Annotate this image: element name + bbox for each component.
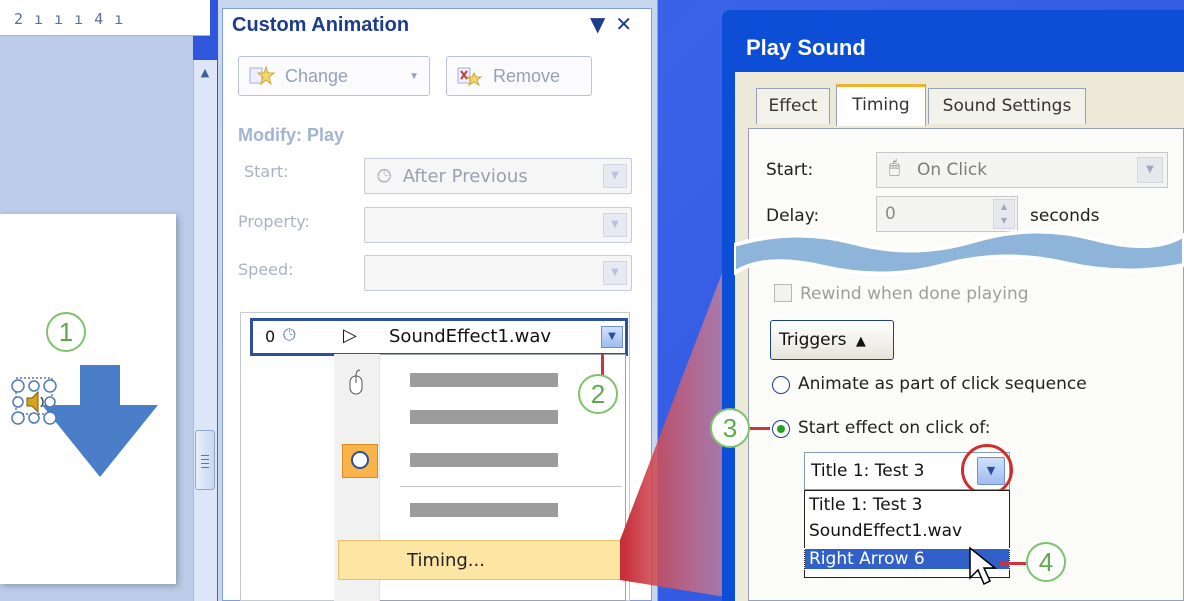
chevron-down-icon: ▼ <box>409 70 419 82</box>
animation-list-item[interactable]: 0 🕒︎ ▷ SoundEffect1.wav ▼ <box>250 318 628 356</box>
remove-button[interactable]: Remove <box>446 56 592 96</box>
item-name: SoundEffect1.wav <box>389 326 552 347</box>
dropdown-option[interactable]: Title 1: Test 3 <box>809 495 922 515</box>
modify-heading: Modify: Play <box>238 125 345 145</box>
mouse-icon: 🖱︎ <box>889 157 900 178</box>
start-select[interactable]: 🖱︎ On Click ▼ <box>876 152 1168 188</box>
remove-label: Remove <box>493 65 561 86</box>
start-label: Start: <box>244 162 289 181</box>
menu-item-placeholder[interactable] <box>410 503 558 517</box>
mouse-icon <box>349 369 363 395</box>
radio-start-on-click[interactable] <box>772 420 790 438</box>
tab-sound-settings[interactable]: Sound Settings <box>928 88 1086 124</box>
menu-separator <box>400 486 622 487</box>
start-value: After Previous <box>402 166 528 187</box>
sound-icon[interactable] <box>10 378 58 426</box>
chevron-down-icon[interactable]: ▼ <box>603 164 627 188</box>
clock-icon <box>342 444 378 478</box>
start-label: Start: <box>766 160 814 180</box>
pane-title: Custom Animation <box>232 14 410 36</box>
clock-icon: 🕒︎ <box>283 325 296 344</box>
chevron-down-icon[interactable]: ▼ <box>1137 157 1163 183</box>
horizontal-ruler: 2 ı ı ı 4 ı <box>0 0 210 36</box>
start-value: On Click <box>917 160 988 180</box>
vertical-scrollbar[interactable] <box>193 60 217 601</box>
close-icon[interactable]: ✕ <box>615 12 642 36</box>
menu-item-placeholder[interactable] <box>410 453 558 467</box>
remove-x-icon <box>457 67 483 87</box>
radio-animate-label: Animate as part of click sequence <box>798 374 1087 394</box>
callout-3-leader <box>750 427 770 430</box>
callout-2-leader <box>601 354 604 376</box>
change-star-icon <box>249 65 275 86</box>
triggers-button[interactable]: Triggers ▲ <box>770 320 894 360</box>
dropdown-option[interactable]: SoundEffect1.wav <box>809 521 962 541</box>
radio-animate-sequence[interactable] <box>772 376 790 394</box>
mouse-cursor-icon <box>969 546 998 586</box>
dialog-title: Play Sound <box>746 35 866 60</box>
callout-1: 1 <box>46 312 86 352</box>
item-index: 0 <box>265 327 276 346</box>
pane-controls[interactable]: ▼✕ <box>590 12 642 36</box>
collapse-up-icon: ▲ <box>855 334 866 349</box>
menu-item-timing[interactable]: Timing... <box>338 540 624 580</box>
change-button[interactable]: Change ▼ <box>238 56 430 96</box>
tab-effect[interactable]: Effect <box>756 88 830 124</box>
play-icon: ▷ <box>343 325 357 346</box>
callout-3: 3 <box>710 408 750 448</box>
highlight-ring <box>961 444 1013 496</box>
scroll-thumb[interactable] <box>195 430 215 490</box>
pane-menu-icon[interactable]: ▼ <box>590 12 615 36</box>
timing-label: Timing... <box>407 550 485 571</box>
callout-2: 2 <box>578 374 618 414</box>
menu-item-placeholder[interactable] <box>410 373 558 387</box>
callout-4: 4 <box>1026 542 1066 582</box>
property-label: Property: <box>238 212 310 231</box>
start-combo[interactable]: 🕒︎ After Previous ▼ <box>364 158 632 194</box>
menu-item-placeholder[interactable] <box>410 410 558 424</box>
cut-away-band <box>734 229 1184 276</box>
change-label: Change <box>285 65 349 86</box>
callout-4-leader <box>1000 562 1026 565</box>
scroll-up-button[interactable]: ▲ <box>196 62 214 84</box>
rewind-label: Rewind when done playing <box>800 284 1029 304</box>
trigger-value: Title 1: Test 3 <box>811 461 925 481</box>
property-combo[interactable]: ▼ <box>364 207 632 243</box>
tab-timing[interactable]: Timing <box>836 84 926 126</box>
radio-start-label: Start effect on click of: <box>798 418 991 438</box>
speed-label: Speed: <box>238 260 294 279</box>
clock-icon: 🕒︎ <box>377 166 392 187</box>
ruler-marks: 2 ı ı ı 4 ı <box>14 10 125 28</box>
speed-combo[interactable]: ▼ <box>364 255 632 291</box>
rewind-checkbox[interactable] <box>774 284 792 302</box>
triggers-label: Triggers <box>779 330 847 350</box>
